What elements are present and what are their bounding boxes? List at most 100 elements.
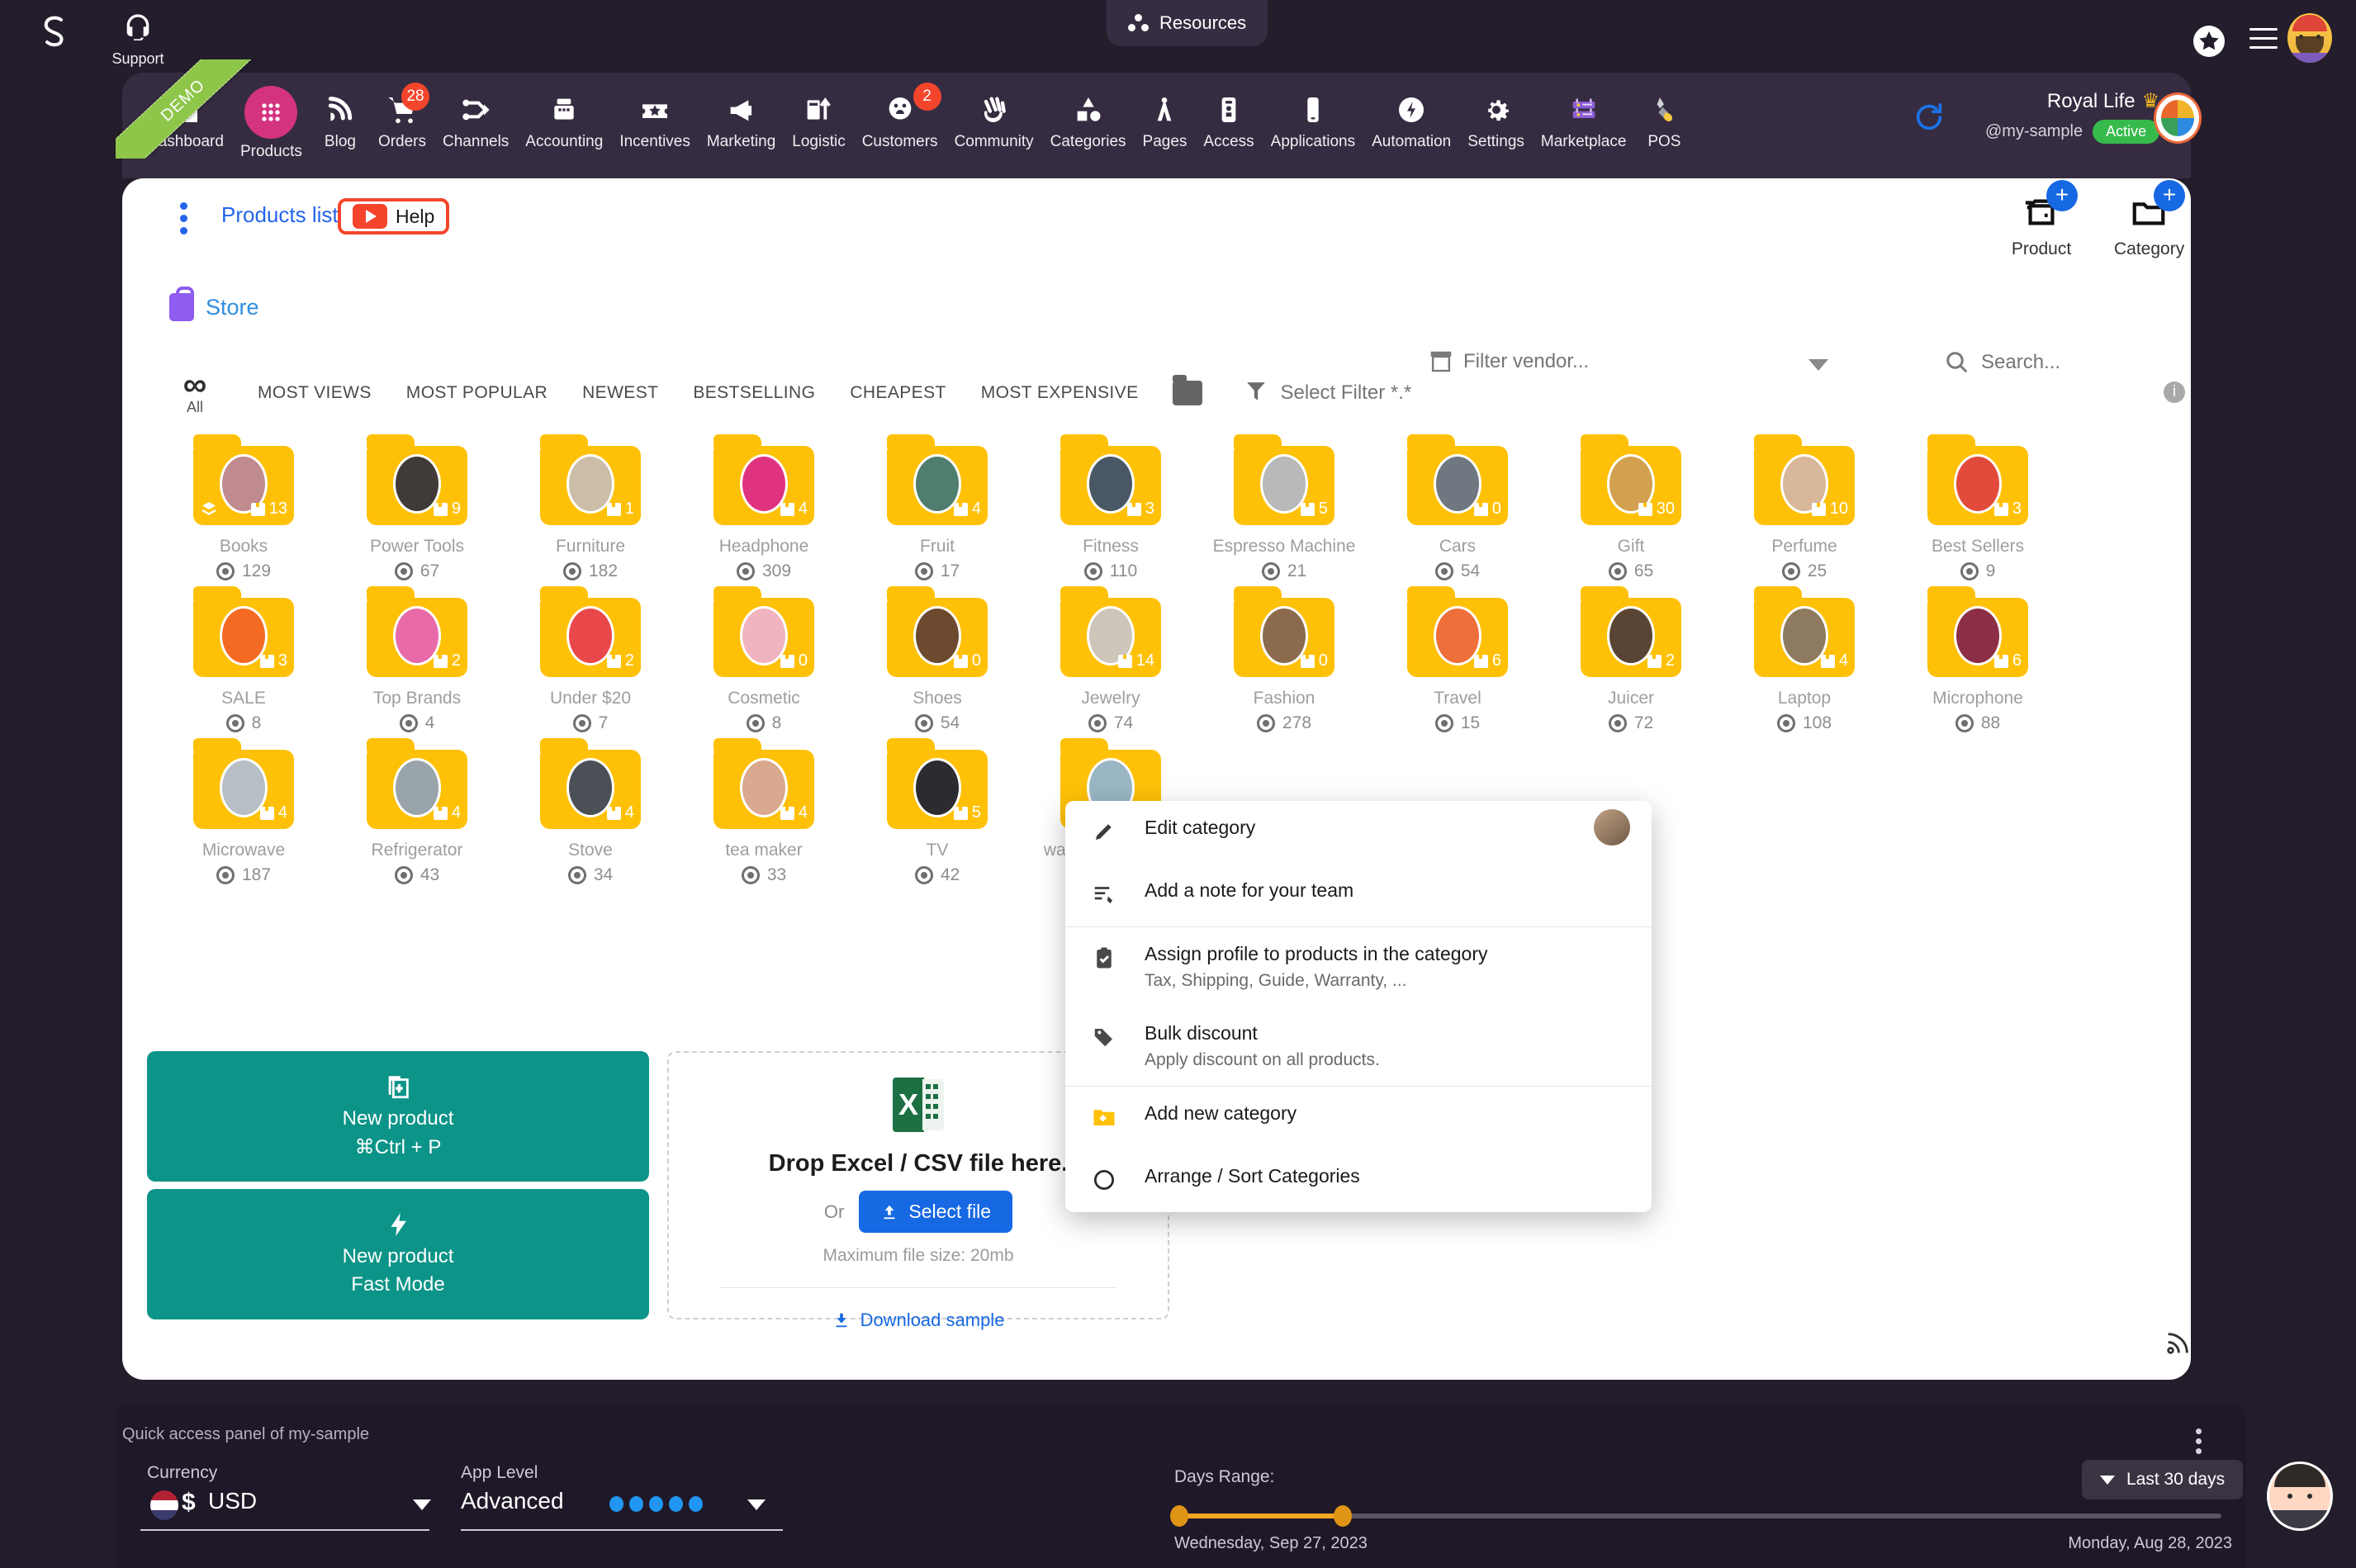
nav-item-settings[interactable]: Settings [1459,79,1533,151]
category-card[interactable]: 3 Fitness 110 [1024,446,1197,581]
context-menu-item-assign-profile-to-products-in-the-category[interactable]: Assign profile to products in the catego… [1065,927,1652,1007]
nav-item-channels[interactable]: Channels [434,79,517,151]
new-product-button[interactable]: New product ⌘Ctrl + P [147,1051,649,1182]
app-level-dropdown-caret[interactable] [747,1499,766,1510]
days-range-preset[interactable]: Last 30 days [2082,1460,2243,1499]
sort-tab-newest[interactable]: NEWEST [582,383,658,403]
nav-item-orders[interactable]: 28 Orders [370,79,434,151]
currency-dropdown-caret[interactable] [413,1499,431,1510]
store-breadcrumb[interactable]: Store [169,293,259,321]
days-range-knob-start[interactable] [1170,1505,1188,1527]
new-product-fast-mode-button[interactable]: New product Fast Mode [147,1189,649,1319]
help-button[interactable]: Help [338,198,449,234]
vendor-filter-input[interactable] [1463,350,1736,373]
quick-panel-kebab[interactable] [2196,1428,2202,1458]
card-kebab-menu[interactable] [180,202,192,239]
nav-item-products[interactable]: Products [232,79,310,161]
category-card[interactable]: 4 tea maker 33 [677,750,851,885]
vendor-dropdown-caret[interactable] [1808,359,1828,371]
category-card[interactable]: 5 Espresso Machine 21 [1197,446,1371,581]
category-card[interactable]: 10 Perfume 25 [1718,446,1891,581]
support-agent-avatar[interactable] [2267,1461,2333,1531]
add-category-button[interactable]: + Category [2114,190,2183,259]
support-button[interactable]: Support [102,12,173,68]
select-file-button[interactable]: Select file [859,1191,1012,1233]
category-card[interactable]: 6 Microphone 88 [1891,598,2064,733]
category-card[interactable]: 2 Under $20 7 [504,598,677,733]
category-card[interactable]: 3 Best Sellers 9 [1891,446,2064,581]
category-views: 72 [1544,713,1718,733]
nav-item-accounting[interactable]: Accounting [517,79,611,151]
vendor-filter[interactable] [1429,348,1751,375]
funnel-icon[interactable] [1245,379,1267,408]
category-card[interactable]: 5 TV 42 [851,750,1024,885]
nav-item-access[interactable]: Access [1195,79,1262,151]
nav-item-customers[interactable]: 2 Customers [854,79,946,151]
channels-icon [443,91,509,129]
context-menu-item-arrange-sort-categories[interactable]: Arrange / Sort Categories [1065,1149,1652,1212]
sort-tab-most-views[interactable]: MOST VIEWS [258,383,372,403]
nav-item-applications[interactable]: Applications [1263,79,1363,151]
sort-tab-most-expensive[interactable]: MOST EXPENSIVE [981,383,1139,403]
category-card[interactable]: 0 Cars 54 [1371,446,1544,581]
category-card[interactable]: 2 Juicer 72 [1544,598,1718,733]
category-card[interactable]: 13 Books 129 [157,446,330,581]
nav-item-logistic[interactable]: Logistic [784,79,853,151]
info-icon[interactable]: i [2164,381,2185,403]
nav-item-categories[interactable]: Categories [1042,79,1135,151]
category-card[interactable]: 30 Gift 65 [1544,446,1718,581]
nav-item-pages[interactable]: Pages [1135,79,1196,151]
search-box[interactable] [1945,350,2171,375]
category-card[interactable]: 4 Laptop 108 [1718,598,1891,733]
download-sample-link[interactable]: Download sample [669,1310,1168,1331]
store-logo[interactable] [2154,92,2202,144]
sort-tab-cheapest[interactable]: CHEAPEST [850,383,946,403]
context-menu-item-add-new-category[interactable]: Add new category [1065,1087,1652,1149]
nav-item-pos[interactable]: POS [1634,79,1694,151]
s-logo-icon[interactable] [31,10,78,56]
resources-tab[interactable]: Resources [1107,0,1268,46]
days-range-slider[interactable] [1177,1514,2221,1518]
category-context-menu[interactable]: Edit category Add a note for your team A… [1065,801,1652,1212]
rss-icon[interactable] [2164,1329,2192,1357]
category-card[interactable]: 1 Furniture 182 [504,446,677,581]
category-card[interactable]: 9 Power Tools 67 [330,446,504,581]
category-card[interactable]: 4 Headphone 309 [677,446,851,581]
nav-item-dashboard[interactable]: Dashboard [139,79,232,151]
account-info[interactable]: Royal Life♛ @my-sample Active [1985,89,2159,144]
product-count-value: 9 [452,500,461,519]
folder-filter-icon[interactable] [1173,381,1202,405]
category-card[interactable]: 2 Top Brands 4 [330,598,504,733]
category-card[interactable]: 4 Refrigerator 43 [330,750,504,885]
context-menu-item-edit-category[interactable]: Edit category [1065,801,1652,864]
category-card[interactable]: 0 Fashion 278 [1197,598,1371,733]
context-menu-item-add-a-note-for-your-team[interactable]: Add a note for your team [1065,864,1652,926]
category-card[interactable]: 4 Stove 34 [504,750,677,885]
category-card[interactable]: 4 Fruit 17 [851,446,1024,581]
nav-item-incentives[interactable]: Incentives [611,79,699,151]
nav-item-marketing[interactable]: Marketing [699,79,784,151]
category-card[interactable]: 6 Travel 15 [1371,598,1544,733]
category-card[interactable]: 4 Microwave 187 [157,750,330,885]
category-card[interactable]: 14 Jewelry 74 [1024,598,1197,733]
category-card[interactable]: 0 Shoes 54 [851,598,1024,733]
sort-tab-most-popular[interactable]: MOST POPULAR [406,383,548,403]
nav-item-marketplace[interactable]: Marketplace [1533,79,1635,151]
hamburger-icon[interactable] [2249,28,2278,55]
category-card[interactable]: 3 SALE 8 [157,598,330,733]
nav-item-community[interactable]: Community [946,79,1042,151]
context-menu-item-bulk-discount[interactable]: Bulk discountApply discount on all produ… [1065,1007,1652,1086]
select-filter-input[interactable] [1280,381,1594,405]
days-range-knob-end[interactable] [1334,1505,1352,1527]
search-input[interactable] [1981,351,2171,374]
nav-item-automation[interactable]: Automation [1363,79,1459,151]
filter-all[interactable]: ∞ All [157,371,233,416]
category-card[interactable]: 0 Cosmetic 8 [677,598,851,733]
add-product-button[interactable]: + Product [2007,190,2076,259]
sort-tab-bestselling[interactable]: BESTSELLING [693,383,815,403]
refresh-icon[interactable] [1913,101,1946,134]
star-icon[interactable] [2192,25,2226,58]
user-avatar[interactable] [2287,13,2332,63]
breadcrumb[interactable]: Products list [221,202,339,228]
nav-item-blog[interactable]: Blog [310,79,370,151]
